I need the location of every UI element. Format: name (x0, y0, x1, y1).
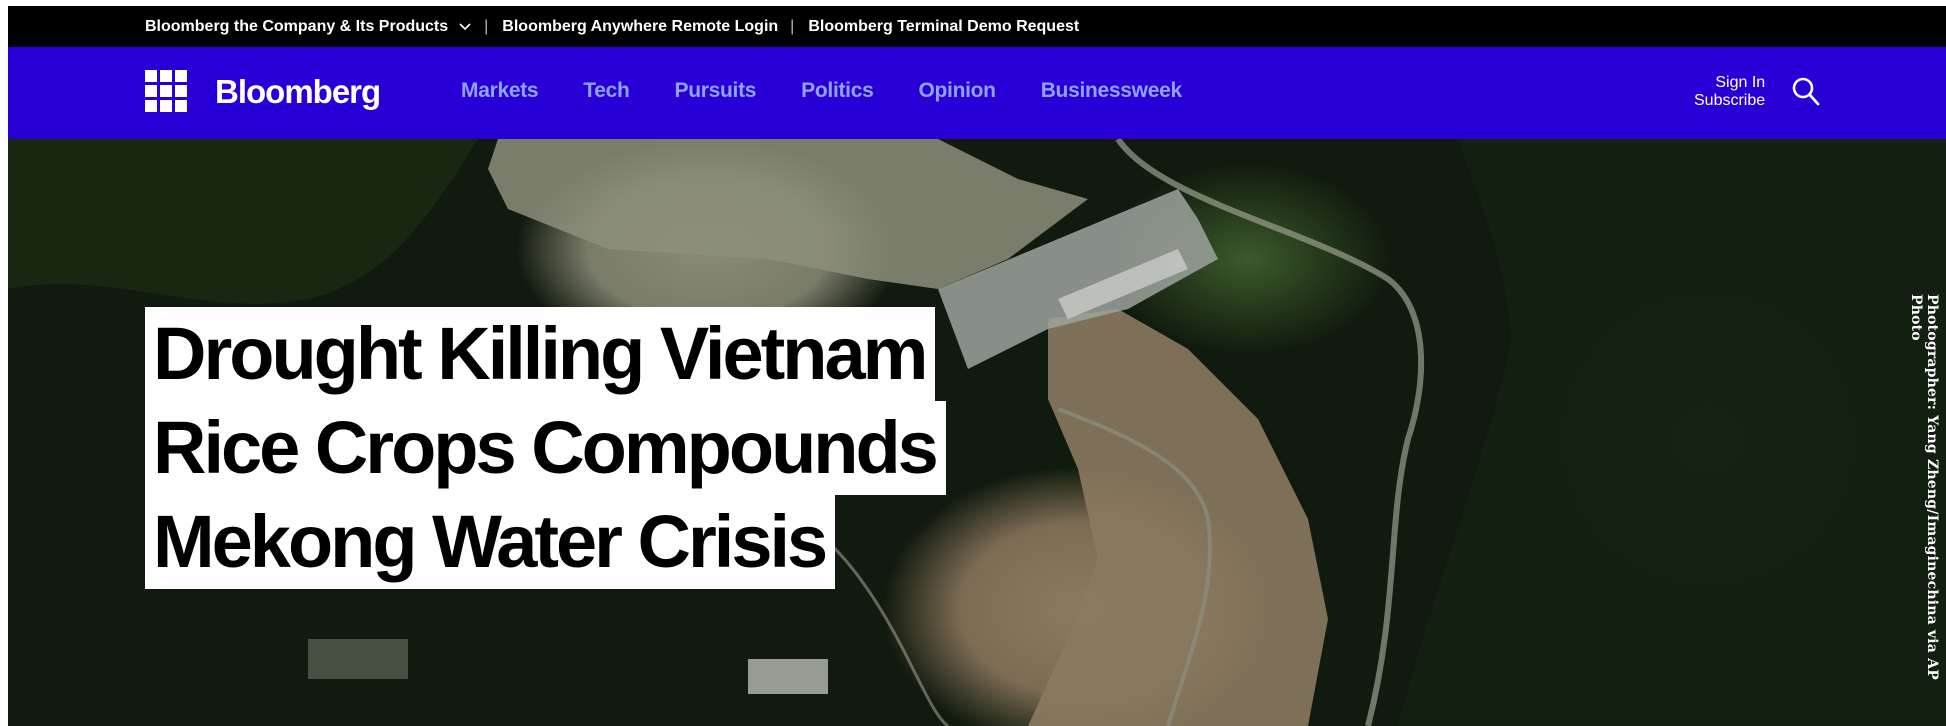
company-products-label: Bloomberg the Company & Its Products (145, 17, 449, 35)
grid-menu-icon[interactable] (145, 70, 187, 112)
headline-line-2: Rice Crops Compounds (145, 401, 946, 495)
nav-link-opinion[interactable]: Opinion (918, 79, 996, 103)
photo-credit: Photographer: Yang Zheng/Imaginechina vi… (1908, 294, 1940, 680)
chevron-down-icon (459, 22, 471, 30)
search-icon[interactable] (1791, 76, 1821, 108)
top-utility-bar: Bloomberg the Company & Its Products | B… (8, 6, 1946, 47)
account-links: Sign In Subscribe (1694, 74, 1765, 110)
subscribe-link[interactable]: Subscribe (1694, 92, 1765, 110)
remote-login-link[interactable]: Bloomberg Anywhere Remote Login (502, 18, 778, 36)
main-navigation: Bloomberg Markets Tech Pursuits Politics… (8, 47, 1946, 139)
nav-link-tech[interactable]: Tech (583, 79, 630, 103)
headline-line-3: Mekong Water Crisis (145, 495, 836, 589)
terminal-demo-link[interactable]: Bloomberg Terminal Demo Request (808, 18, 1079, 36)
company-products-menu[interactable]: Bloomberg the Company & Its Products (145, 18, 472, 36)
headline[interactable]: Drought Killing Vietnam Rice Crops Compo… (145, 307, 946, 589)
headline-line-1: Drought Killing Vietnam (145, 307, 936, 401)
nav-link-pursuits[interactable]: Pursuits (675, 79, 757, 103)
nav-link-businessweek[interactable]: Businessweek (1041, 79, 1182, 103)
divider: | (484, 17, 489, 35)
sign-in-link[interactable]: Sign In (1694, 74, 1765, 92)
hero-image: Drought Killing Vietnam Rice Crops Compo… (8, 139, 1946, 726)
section-links: Markets Tech Pursuits Politics Opinion B… (461, 79, 1227, 103)
nav-link-politics[interactable]: Politics (801, 79, 874, 103)
bloomberg-logo[interactable]: Bloomberg (215, 73, 381, 111)
nav-link-markets[interactable]: Markets (461, 79, 539, 103)
divider: | (790, 17, 795, 35)
